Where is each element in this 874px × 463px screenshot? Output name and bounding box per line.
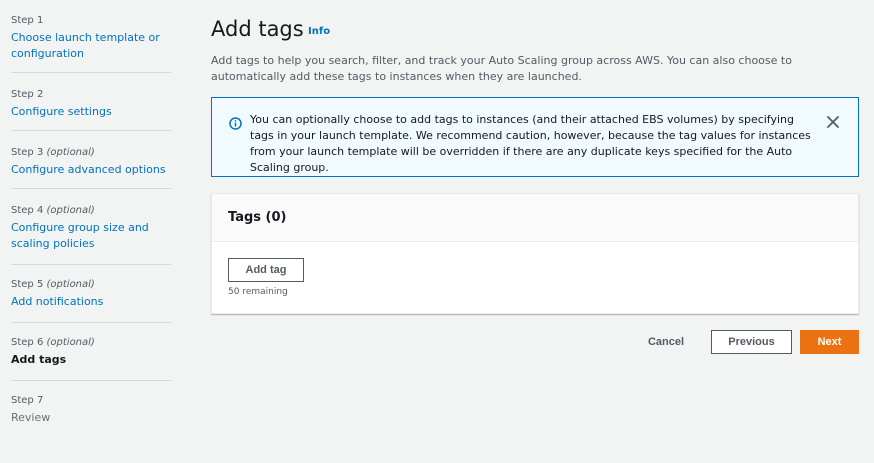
step-current-add-tags: Add tags bbox=[11, 353, 67, 366]
wizard-step-3: Step 3 (optional) Configure advanced opt… bbox=[11, 146, 171, 178]
tags-panel-header: Tags (0) bbox=[212, 194, 858, 242]
step-link-add-notifications[interactable]: Add notifications bbox=[11, 294, 171, 310]
step-number: Step 7 bbox=[11, 395, 44, 406]
step-number: Step 3 (optional) bbox=[11, 147, 95, 158]
wizard-step-6: Step 6 (optional) Add tags bbox=[11, 336, 171, 368]
step-divider bbox=[11, 264, 171, 265]
wizard-step-1: Step 1 Choose launch template or configu… bbox=[11, 14, 171, 62]
wizard-step-2: Step 2 Configure settings bbox=[11, 88, 171, 120]
tags-panel: Tags (0) Add tag 50 remaining bbox=[211, 193, 859, 314]
step-divider bbox=[11, 322, 171, 323]
step-number: Step 2 bbox=[11, 89, 44, 100]
step-disabled-review: Review bbox=[11, 411, 51, 424]
info-alert: You can optionally choose to add tags to… bbox=[211, 97, 859, 177]
wizard-step-4: Step 4 (optional) Configure group size a… bbox=[11, 204, 171, 252]
tags-remaining-count: 50 remaining bbox=[228, 287, 288, 297]
tags-panel-title: Tags (0) bbox=[228, 210, 287, 225]
step-number: Step 4 (optional) bbox=[11, 205, 95, 216]
step-number: Step 6 (optional) bbox=[11, 337, 95, 348]
previous-button[interactable]: Previous bbox=[711, 330, 792, 354]
wizard-steps-nav: Step 1 Choose launch template or configu… bbox=[0, 0, 183, 463]
close-icon[interactable] bbox=[826, 114, 840, 128]
alert-message: You can optionally choose to add tags to… bbox=[250, 113, 811, 174]
add-tag-button[interactable]: Add tag bbox=[228, 258, 304, 282]
wizard-step-5: Step 5 (optional) Add notifications bbox=[11, 278, 171, 310]
info-link[interactable]: Info bbox=[308, 26, 330, 37]
next-button[interactable]: Next bbox=[800, 330, 859, 354]
step-divider bbox=[11, 380, 171, 381]
wizard-step-7: Step 7 Review bbox=[11, 394, 171, 426]
step-link-choose-launch-template[interactable]: Choose launch template or configuration bbox=[11, 30, 171, 62]
step-divider bbox=[11, 130, 171, 131]
step-number: Step 5 (optional) bbox=[11, 279, 95, 290]
step-divider bbox=[11, 72, 171, 73]
step-number: Step 1 bbox=[11, 15, 44, 26]
page-description: Add tags to help you search, filter, and… bbox=[211, 54, 792, 83]
step-link-configure-advanced-options[interactable]: Configure advanced options bbox=[11, 162, 171, 178]
page-title: Add tags bbox=[211, 17, 304, 41]
step-link-configure-settings[interactable]: Configure settings bbox=[11, 104, 171, 120]
cancel-button[interactable]: Cancel bbox=[631, 330, 701, 354]
step-link-configure-group-size[interactable]: Configure group size and scaling policie… bbox=[11, 220, 151, 252]
info-circle-icon bbox=[229, 115, 242, 130]
step-divider bbox=[11, 188, 171, 189]
